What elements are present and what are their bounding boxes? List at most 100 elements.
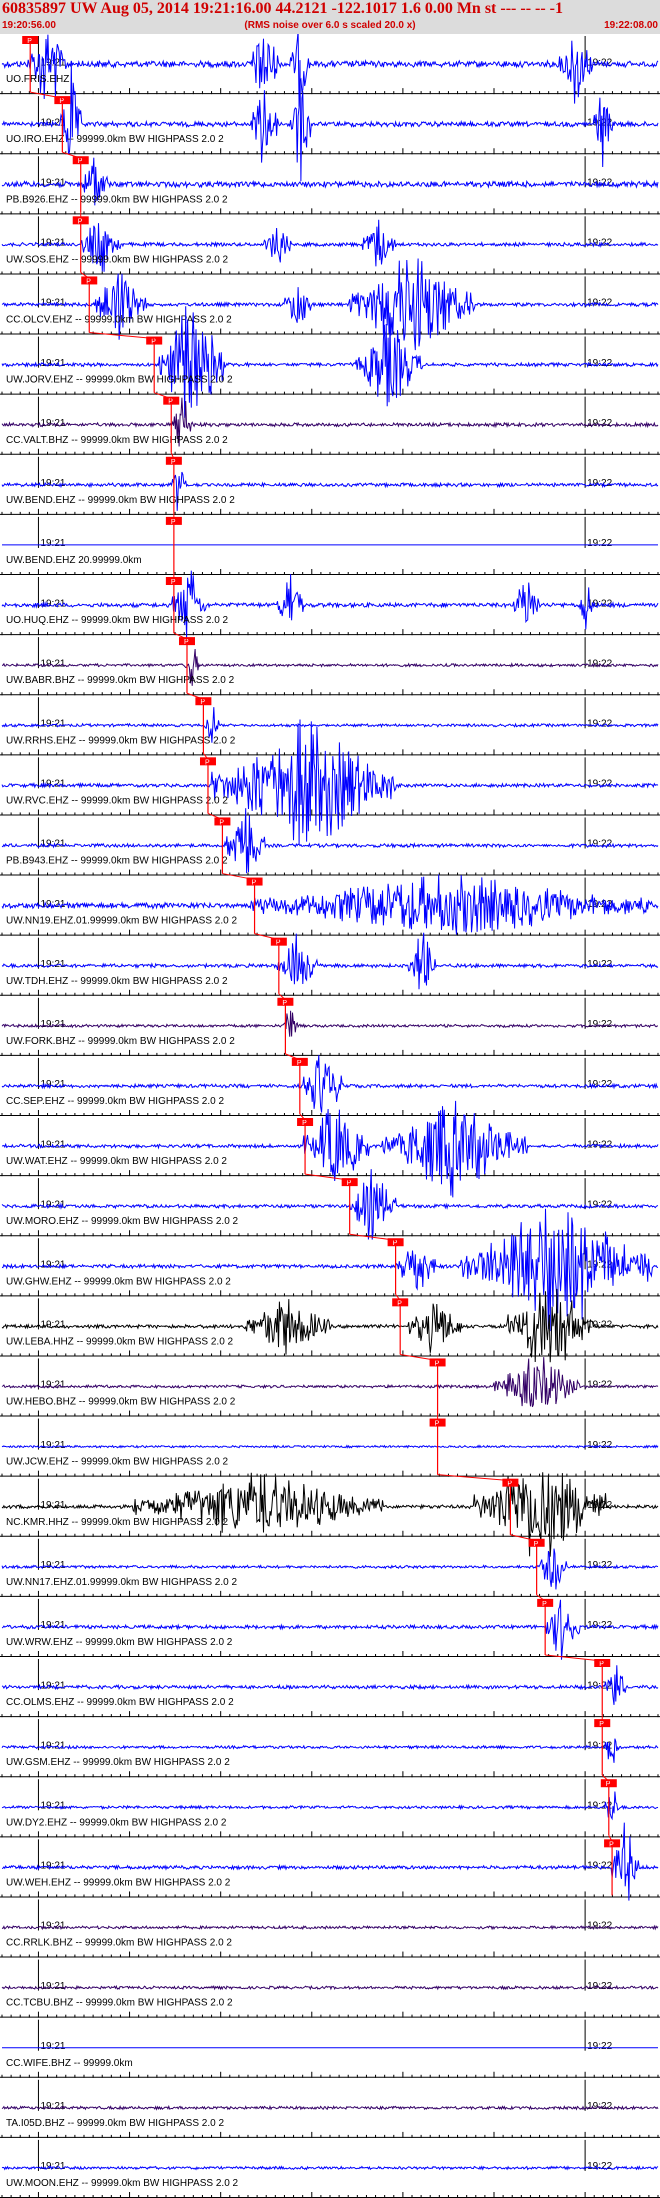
trace-label: CC.OLCV.EHZ -- 99999.0km BW HIGHPASS 2.0… [6, 315, 232, 326]
waveform-trace [1, 1169, 659, 1240]
trace-label: NC.KMR.HHZ -- 99999.0km BW HIGHPASS 2.0 … [6, 1517, 229, 1528]
waveform-trace [1, 1599, 659, 1660]
pick-label: P [205, 759, 210, 766]
moveout-line [437, 1474, 511, 1482]
trace-label: PB.B943.EHZ -- 99999.0km BW HIGHPASS 2.0… [6, 856, 228, 867]
minute-label: 19:22 [587, 1861, 612, 1872]
pick-label: P [171, 519, 176, 526]
trace-label: UW.JORV.EHZ -- 99999.0km BW HIGHPASS 2.0… [6, 375, 233, 386]
plot-subtitle: (RMS noise over 6.0 s scaled 20.0 x) [244, 20, 416, 31]
waveform-trace [1, 1288, 659, 1363]
pick-label: P [171, 579, 176, 586]
waveform-trace [1, 2104, 659, 2111]
pick-label: P [609, 1841, 614, 1848]
minute-label: 19:22 [587, 538, 612, 549]
trace-label: UW.HEBO.BHZ -- 99999.0km BW HIGHPASS 2.0… [6, 1397, 236, 1408]
waveform-trace [1, 2165, 659, 2171]
waveform-trace [1, 1984, 659, 1991]
pick-label: P [297, 1060, 302, 1067]
pick-label: P [347, 1180, 352, 1187]
pick-label: P [534, 1541, 539, 1548]
trace-label: CC.OLMS.EHZ -- 99999.0km BW HIGHPASS 2.0… [6, 1697, 234, 1708]
minute-label: 19:22 [587, 1019, 612, 1030]
minute-label: 19:21 [40, 1500, 65, 1511]
trace-label: UW.RVC.EHZ -- 99999.0km BW HIGHPASS 2.0 … [6, 795, 228, 806]
minute-label: 19:22 [587, 1620, 612, 1631]
pick-label: P [397, 1300, 402, 1307]
pick-label: P [542, 1601, 547, 1608]
trace-label: UW.GSM.EHZ -- 99999.0km BW HIGHPASS 2.0 … [6, 1757, 230, 1768]
pick-label: P [27, 38, 32, 45]
moveout-line [30, 91, 63, 99]
moveout-line [186, 692, 204, 700]
pick-label: P [393, 1240, 398, 1247]
pick-label: P [599, 1721, 604, 1728]
waveform-trace [1, 1010, 658, 1037]
pick-label: P [86, 278, 91, 285]
trace-label: UW.RRHS.EHZ -- 99999.0km BW HIGHPASS 2.0… [6, 735, 236, 746]
waveform-trace [1, 34, 659, 107]
trace-label: UW.MOON.EHZ -- 99999.0km BW HIGHPASS 2.0… [6, 2178, 239, 2189]
minute-label: 19:21 [40, 1380, 65, 1391]
moveout-line [510, 1534, 537, 1542]
waveform-trace [1, 1924, 659, 1931]
pick-label: P [168, 399, 173, 406]
pick-label: P [200, 699, 205, 706]
pick-label: P [171, 459, 176, 466]
waveform-trace [1, 1791, 659, 1821]
event-title: 60835897 UW Aug 05, 2014 19:21:16.00 44.… [2, 0, 563, 17]
trace-label: UW.BEND.EHZ 20.99999.0km [6, 555, 142, 566]
trace-label: UW.WRW.EHZ -- 99999.0km BW HIGHPASS 2.0 … [6, 1637, 233, 1648]
moveout-line [62, 151, 81, 159]
trace-label: CC.WIFE.BHZ -- 99999.0km [6, 2058, 133, 2069]
pick-label: P [219, 819, 224, 826]
pick-label: P [184, 639, 189, 646]
seismogram-plot: 19:21 19:22 UO.FRIS.EHZ P 19:21 19:22 UO.IRO.E… [0, 34, 660, 2198]
waveform-trace [1, 1472, 659, 1557]
minute-label: 19:22 [587, 718, 612, 729]
minute-label: 19:22 [587, 2041, 612, 2052]
trace-label: CC.RRLK.BHZ -- 99999.0km BW HIGHPASS 2.0… [6, 1938, 232, 1949]
pick-label: P [59, 98, 64, 105]
minute-label: 19:21 [40, 2041, 65, 2052]
trace-label: UO.IRO.EHZ -- 99999.0km BW HIGHPASS 2.0 … [6, 134, 224, 145]
minute-label: 19:21 [40, 1981, 65, 1992]
minute-label: 19:21 [40, 538, 65, 549]
trace-label: UW.WAT.EHZ -- 99999.0km BW HIGHPASS 2.0 … [6, 1156, 227, 1167]
trace-label: UW.NN19.EHZ.01.99999.0km BW HIGHPASS 2.0… [6, 916, 237, 927]
moveout-line [89, 332, 155, 340]
pick-label: P [302, 1120, 307, 1127]
trace-label: CC.TCBU.BHZ -- 99999.0km BW HIGHPASS 2.0… [6, 1998, 233, 2009]
trace-label: TA.I05D.BHZ -- 99999.0km BW HIGHPASS 2.0… [6, 2118, 224, 2129]
trace-label: UW.JCW.EHZ -- 99999.0km BW HIGHPASS 2.0 … [6, 1457, 229, 1468]
trace-label: UO.FRIS.EHZ [6, 74, 69, 85]
end-time: 19:22:08.00 [604, 20, 658, 31]
waveform-trace [1, 1822, 659, 1901]
trace-label: PB.B926.EHZ -- 99999.0km BW HIGHPASS 2.0… [6, 194, 228, 205]
pick-label: P [507, 1481, 512, 1488]
pick-label: P [599, 1661, 604, 1668]
trace-label: UO.HUQ.EHZ -- 99999.0km BW HIGHPASS 2.0 … [6, 615, 229, 626]
pick-label: P [78, 218, 83, 225]
waveform-trace [1, 60, 659, 182]
trace-label: CC.VALT.BHZ -- 99999.0km BW HIGHPASS 2.0… [6, 435, 228, 446]
minute-label: 19:21 [40, 1440, 65, 1451]
trace-label: UW.GHW.EHZ -- 99999.0km BW HIGHPASS 2.0 … [6, 1276, 231, 1287]
pick-label: P [282, 1000, 287, 1007]
trace-label: UW.LEBA.HHZ -- 99999.0km BW HIGHPASS 2.0… [6, 1336, 234, 1347]
pick-label: P [78, 158, 83, 165]
pick-label: P [435, 1360, 440, 1367]
minute-label: 19:22 [587, 1981, 612, 1992]
pick-label: P [276, 940, 281, 947]
moveout-line [154, 392, 172, 400]
minute-label: 19:21 [40, 598, 65, 609]
waveform-trace [1, 570, 659, 639]
trace-label: UW.WEH.EHZ -- 99999.0km BW HIGHPASS 2.0 … [6, 1877, 231, 1888]
minute-label: 19:21 [40, 959, 65, 970]
minute-label: 19:22 [587, 418, 612, 429]
minute-label: 19:21 [40, 1921, 65, 1932]
plot-header: 60835897 UW Aug 05, 2014 19:21:16.00 44.… [0, 0, 660, 34]
minute-label: 19:21 [40, 1259, 65, 1270]
trace-label: UW.DY2.EHZ -- 99999.0km BW HIGHPASS 2.0 … [6, 1817, 227, 1828]
pick-label: P [606, 1781, 611, 1788]
